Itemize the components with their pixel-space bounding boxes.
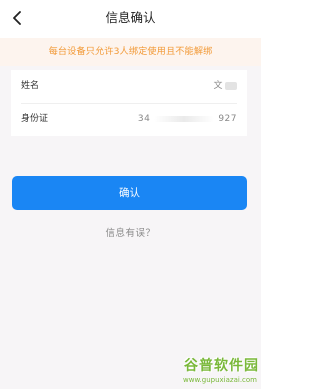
watermark: 谷普软件园 www.gupuxiazai.com [169,357,259,387]
confirm-button[interactable]: 确认 [12,176,247,210]
id-suffix: 927 [218,114,237,124]
name-value-text: 文 [213,81,223,91]
id-label: 身份证 [21,114,49,124]
page: 信息确认 每台设备只允许3人绑定使用且不能解绑 姓名 文 身份证 34 927 确… [0,0,261,389]
name-mask [225,81,237,90]
id-value: 34 927 [138,103,237,136]
back-button[interactable] [8,8,26,28]
info-error-link[interactable]: 信息有误？ [0,226,261,242]
name-value: 文 [213,70,237,103]
id-row: 身份证 34 927 [11,103,247,136]
chevron-left-icon [13,11,21,25]
page-title: 信息确认 [105,10,156,25]
id-prefix: 34 [137,114,151,124]
name-row: 姓名 文 [11,70,247,103]
watermark-url: www.gupuxiazai.com [183,376,257,384]
binding-notice: 每台设备只允许3人绑定使用且不能解绑 [0,38,261,66]
info-card: 姓名 文 身份证 34 927 [11,70,247,136]
id-mask [154,115,215,122]
watermark-logo: 谷普软件园 [184,358,259,374]
name-label: 姓名 [21,81,40,91]
nav-bar: 信息确认 [0,0,261,38]
